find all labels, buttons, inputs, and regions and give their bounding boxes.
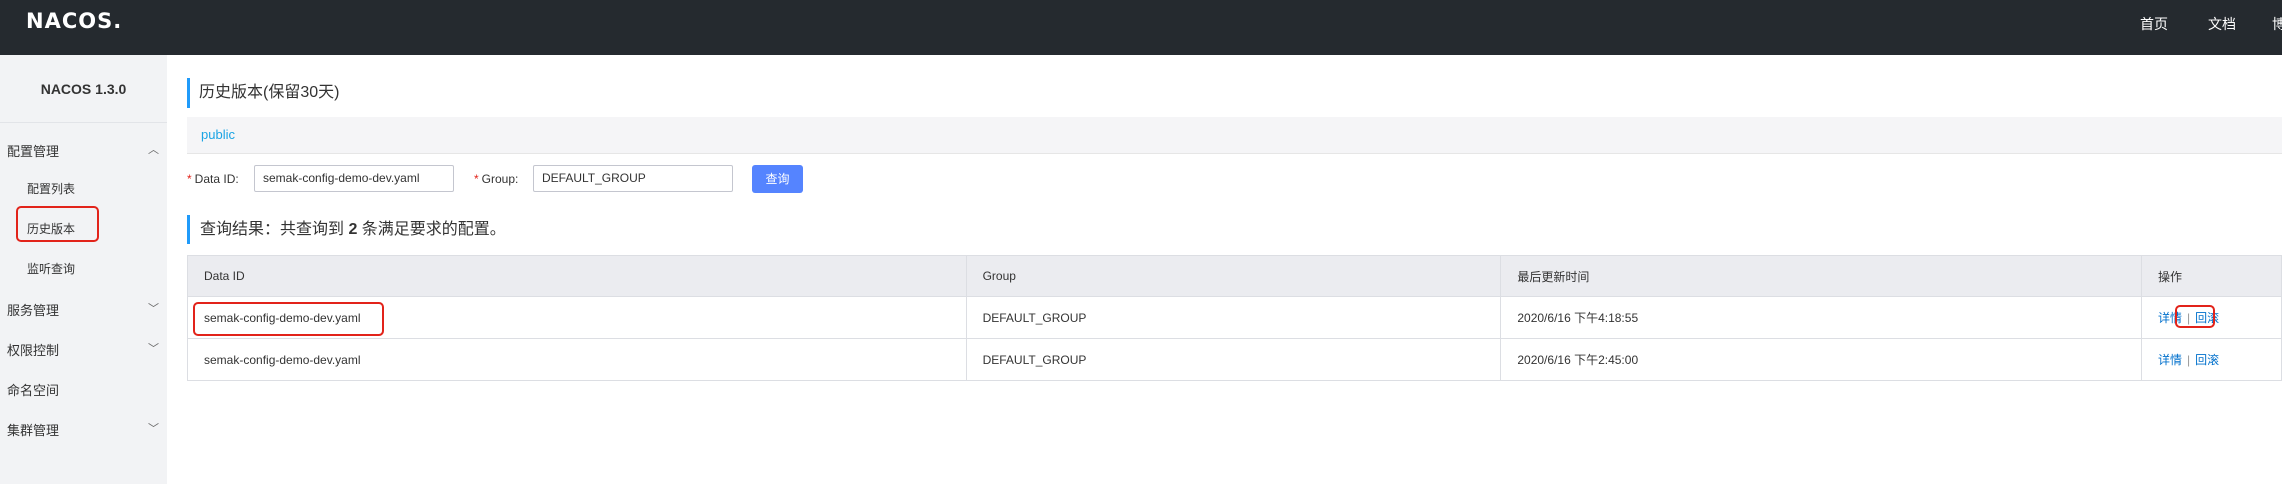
data-id-label-text: Data ID:: [194, 172, 239, 186]
namespace-bar: public: [187, 117, 2282, 154]
table-row: semak-config-demo-dev.yaml DEFAULT_GROUP…: [187, 296, 2282, 339]
cell-actions: 详情 | 回滚: [2141, 338, 2282, 381]
group-label-text: Group:: [481, 172, 519, 186]
action-separator: |: [2187, 353, 2191, 367]
page-title: 历史版本(保留30天): [187, 78, 339, 108]
sidebar-group-auth[interactable]: 权限控制: [7, 340, 59, 359]
result-suffix: 条满足要求的配置。: [357, 221, 506, 238]
rollback-highlight-box: [2175, 305, 2215, 328]
column-header-group: Group: [965, 255, 1502, 297]
result-summary: 查询结果：共查询到 2 条满足要求的配置。: [187, 215, 506, 244]
version-label: NACOS 1.3.0: [0, 55, 167, 123]
chevron-down-icon[interactable]: ﹀: [148, 300, 159, 316]
column-header-time: 最后更新时间: [1500, 255, 2143, 297]
nacos-logo[interactable]: NACOS.: [26, 9, 122, 33]
table-row: semak-config-demo-dev.yaml DEFAULT_GROUP…: [187, 338, 2282, 381]
column-header-actions: 操作: [2141, 255, 2282, 297]
group-input[interactable]: DEFAULT_GROUP: [533, 165, 733, 192]
sidebar: NACOS 1.3.0 配置管理 ︿ 配置列表 历史版本 监听查询 服务管理 ﹀…: [0, 55, 167, 484]
rollback-link[interactable]: 回滚: [2195, 353, 2219, 367]
namespace-public-link[interactable]: public: [201, 127, 235, 142]
nav-docs-link[interactable]: 文档: [2208, 14, 2236, 34]
history-highlight-box: [16, 206, 99, 242]
sidebar-group-config[interactable]: 配置管理: [7, 141, 59, 160]
data-id-input[interactable]: semak-config-demo-dev.yaml: [254, 165, 454, 192]
chevron-up-icon[interactable]: ︿: [148, 141, 159, 157]
cell-group: DEFAULT_GROUP: [965, 338, 1502, 381]
column-header-data-id: Data ID: [187, 255, 967, 297]
chevron-down-icon[interactable]: ﹀: [148, 340, 159, 356]
sidebar-item-config-list[interactable]: 配置列表: [27, 180, 75, 197]
nav-home-link[interactable]: 首页: [2140, 14, 2168, 34]
detail-link[interactable]: 详情: [2158, 353, 2182, 367]
query-button[interactable]: 查询: [752, 165, 803, 193]
data-id-highlight-box: [193, 302, 384, 336]
history-table: Data ID Group 最后更新时间 操作 semak-config-dem…: [187, 255, 2282, 381]
sidebar-group-cluster[interactable]: 集群管理: [7, 420, 59, 439]
cell-time: 2020/6/16 下午2:45:00: [1500, 338, 2143, 381]
sidebar-item-namespace[interactable]: 命名空间: [7, 380, 59, 399]
group-label: * Group:: [474, 172, 519, 186]
nav-blog-link[interactable]: 博: [2272, 14, 2282, 34]
chevron-down-icon[interactable]: ﹀: [148, 420, 159, 436]
cell-time: 2020/6/16 下午4:18:55: [1500, 296, 2143, 339]
top-navbar: NACOS. 首页 文档 博: [0, 0, 2282, 55]
data-id-label: * Data ID:: [187, 172, 239, 186]
table-header-row: Data ID Group 最后更新时间 操作: [187, 255, 2282, 297]
sidebar-item-listener[interactable]: 监听查询: [27, 260, 75, 277]
cell-data-id: semak-config-demo-dev.yaml: [187, 338, 967, 381]
result-prefix: 查询结果：共查询到: [200, 221, 349, 238]
sidebar-group-service[interactable]: 服务管理: [7, 300, 59, 319]
cell-group: DEFAULT_GROUP: [965, 296, 1502, 339]
